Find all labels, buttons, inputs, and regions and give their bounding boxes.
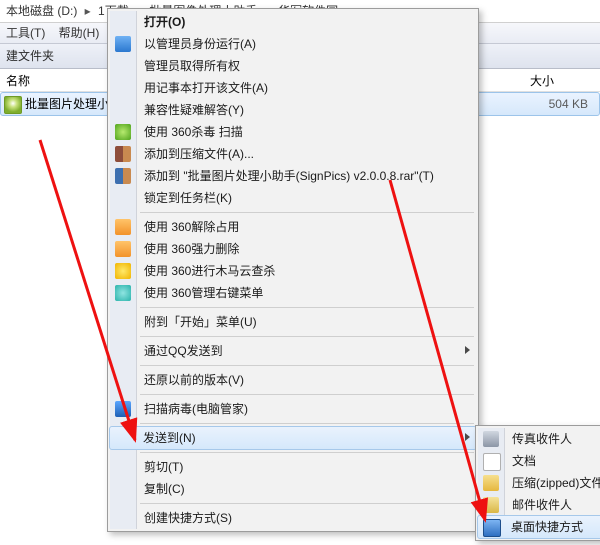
menu-separator: [140, 503, 474, 504]
settings-icon: [115, 285, 131, 301]
menu-item-cut[interactable]: 剪切(T): [110, 456, 476, 478]
menu-item-label: 压缩(zipped)文件: [512, 476, 600, 490]
unlock-icon: [115, 219, 131, 235]
menu-item-label: 添加到 "批量图片处理小助手(SignPics) v2.0.0.8.rar"(T…: [144, 169, 434, 183]
context-menu: 打开(O) 以管理员身份运行(A) 管理员取得所有权 用记事本打开该文件(A) …: [107, 8, 479, 532]
menu-item-label: 锁定到任务栏(K): [144, 191, 232, 205]
menu-item-troubleshoot-compat[interactable]: 兼容性疑难解答(Y): [110, 99, 476, 121]
new-folder-button[interactable]: 建文件夹: [6, 49, 54, 63]
fax-icon: [483, 431, 499, 447]
menu-item-label: 文档: [512, 454, 536, 468]
menu-separator: [140, 307, 474, 308]
menu-item-label: 复制(C): [144, 482, 185, 496]
menu-separator: [140, 365, 474, 366]
menu-separator: [140, 394, 474, 395]
column-size[interactable]: 大小: [530, 72, 590, 89]
zip-icon: [483, 475, 499, 491]
antivirus-icon: [115, 124, 131, 140]
menu-item-label: 剪切(T): [144, 460, 183, 474]
file-name: 批量图片处理小: [25, 93, 109, 115]
chevron-right-icon: [465, 346, 470, 354]
menu-item-label: 用记事本打开该文件(A): [144, 81, 268, 95]
file-size: 504 KB: [528, 93, 588, 115]
menu-item-label: 通过QQ发送到: [144, 344, 223, 358]
archive-icon: [115, 146, 131, 162]
menu-item-label: 创建快捷方式(S): [144, 511, 232, 525]
submenu-item-mail-recipient[interactable]: 邮件收件人: [478, 494, 600, 516]
menu-tools[interactable]: 工具(T): [6, 26, 45, 40]
delete-icon: [115, 241, 131, 257]
menu-item-360-rightclick[interactable]: 使用 360管理右键菜单: [110, 282, 476, 304]
menu-item-label: 发送到(N): [143, 431, 196, 445]
submenu-item-desktop-shortcut[interactable]: 桌面快捷方式: [477, 515, 600, 539]
desktop-icon: [483, 519, 501, 537]
send-to-submenu: 传真收件人 文档 压缩(zipped)文件 邮件收件人 桌面快捷方式: [475, 425, 600, 541]
menu-item-open-notepad[interactable]: 用记事本打开该文件(A): [110, 77, 476, 99]
menu-separator: [140, 423, 474, 424]
menu-item-qq-send[interactable]: 通过QQ发送到: [110, 340, 476, 362]
menu-item-label: 桌面快捷方式: [511, 520, 583, 534]
mail-icon: [483, 497, 499, 513]
menu-item-add-to-named-rar[interactable]: 添加到 "批量图片处理小助手(SignPics) v2.0.0.8.rar"(T…: [110, 165, 476, 187]
menu-item-run-as-admin[interactable]: 以管理员身份运行(A): [110, 33, 476, 55]
submenu-item-compressed[interactable]: 压缩(zipped)文件: [478, 472, 600, 494]
shield-icon: [115, 401, 131, 417]
menu-item-scan-360[interactable]: 使用 360杀毒 扫描: [110, 121, 476, 143]
menu-item-label: 打开(O): [144, 15, 185, 29]
submenu-item-documents[interactable]: 文档: [478, 450, 600, 472]
menu-item-add-to-archive[interactable]: 添加到压缩文件(A)...: [110, 143, 476, 165]
menu-item-label: 邮件收件人: [512, 498, 572, 512]
menu-item-label: 以管理员身份运行(A): [144, 37, 256, 51]
menu-item-pin-start[interactable]: 附到「开始」菜单(U): [110, 311, 476, 333]
menu-item-360-unlock[interactable]: 使用 360解除占用: [110, 216, 476, 238]
menu-help[interactable]: 帮助(H): [59, 26, 100, 40]
menu-item-label: 添加到压缩文件(A)...: [144, 147, 254, 161]
document-icon: [483, 453, 501, 471]
menu-separator: [140, 212, 474, 213]
menu-item-send-to[interactable]: 发送到(N): [109, 426, 477, 450]
submenu-item-fax-recipient[interactable]: 传真收件人: [478, 428, 600, 450]
menu-item-take-ownership[interactable]: 管理员取得所有权: [110, 55, 476, 77]
menu-item-open[interactable]: 打开(O): [110, 11, 476, 33]
chevron-right-icon: [465, 433, 470, 441]
menu-item-pin-taskbar[interactable]: 锁定到任务栏(K): [110, 187, 476, 209]
menu-item-label: 兼容性疑难解答(Y): [144, 103, 244, 117]
cloud-scan-icon: [115, 263, 131, 279]
menu-item-label: 管理员取得所有权: [144, 59, 240, 73]
menu-separator: [140, 452, 474, 453]
menu-item-create-shortcut[interactable]: 创建快捷方式(S): [110, 507, 476, 529]
menu-item-label: 使用 360管理右键菜单: [144, 286, 263, 300]
crumb[interactable]: 本地磁盘 (D:): [6, 4, 77, 18]
menu-item-scan-guanjia[interactable]: 扫描病毒(电脑管家): [110, 398, 476, 420]
menu-item-label: 使用 360杀毒 扫描: [144, 125, 243, 139]
menu-item-label: 扫描病毒(电脑管家): [144, 402, 248, 416]
menu-item-copy[interactable]: 复制(C): [110, 478, 476, 500]
menu-item-label: 传真收件人: [512, 432, 572, 446]
menu-item-label: 还原以前的版本(V): [144, 373, 244, 387]
menu-item-360-cloud-scan[interactable]: 使用 360进行木马云查杀: [110, 260, 476, 282]
archive-icon: [115, 168, 131, 184]
menu-separator: [140, 336, 474, 337]
menu-item-restore-previous[interactable]: 还原以前的版本(V): [110, 369, 476, 391]
menu-item-label: 使用 360解除占用: [144, 220, 239, 234]
shield-icon: [115, 36, 131, 52]
exe-icon: [4, 96, 22, 114]
menu-item-label: 使用 360强力删除: [144, 242, 239, 256]
menu-item-label: 使用 360进行木马云查杀: [144, 264, 275, 278]
chevron-right-icon: ▸: [81, 0, 95, 22]
menu-item-360-force-delete[interactable]: 使用 360强力删除: [110, 238, 476, 260]
menu-item-label: 附到「开始」菜单(U): [144, 315, 257, 329]
